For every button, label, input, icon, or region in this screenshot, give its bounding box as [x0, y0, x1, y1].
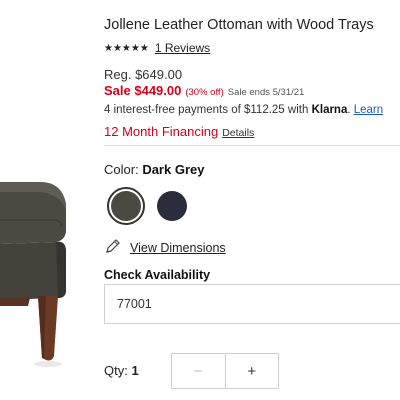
klarna-row: 4 interest-free payments of $112.25 with… [104, 104, 384, 116]
increase-quantity-button[interactable]: + [225, 354, 278, 388]
pencil-icon [104, 237, 122, 258]
view-dimensions-link[interactable]: View Dimensions [130, 241, 226, 255]
view-dimensions-row[interactable]: View Dimensions [104, 237, 226, 258]
learn-more-link[interactable]: Learn [354, 104, 383, 116]
swatch-dark-grey[interactable] [107, 187, 145, 225]
financing-row: 12 Month Financing Details [104, 124, 254, 139]
decrease-quantity-button[interactable]: − [172, 354, 226, 388]
color-label: Color: Dark Grey [104, 162, 204, 177]
selected-color-name: Dark Grey [142, 162, 205, 177]
sale-price-row: Sale $449.00 (30% off) Sale ends 5/31/21 [104, 83, 304, 98]
swatch-navy-fill [157, 191, 187, 221]
reviews-link[interactable]: 1 Reviews [155, 41, 210, 55]
klarna-logo: Klarna [311, 104, 348, 116]
product-image [0, 160, 80, 400]
product-title: Jollene Leather Ottoman with Wood Trays [104, 17, 374, 33]
qty-prefix: Qty: [104, 363, 128, 378]
sale-end-date: Sale ends 5/31/21 [227, 87, 305, 98]
check-availability-label: Check Availability [104, 268, 211, 282]
swatch-navy[interactable] [153, 187, 191, 225]
zip-code-input[interactable] [104, 284, 400, 324]
klarna-text: 4 interest-free payments of $112.25 with [104, 104, 309, 116]
rating-row: ★★★★★ 1 Reviews [104, 41, 210, 55]
financing-label: 12 Month Financing [104, 124, 219, 139]
color-prefix: Color: [104, 162, 139, 177]
regular-price: Reg. $649.00 [104, 67, 183, 82]
qty-value: 1 [131, 363, 139, 378]
swatch-dark-grey-fill [111, 191, 141, 221]
product-details: Jollene Leather Ottoman with Wood Trays … [104, 0, 400, 400]
star-rating-icon: ★★★★★ [104, 42, 149, 54]
discount-badge: (30% off) [185, 87, 224, 98]
financing-details-link[interactable]: Details [222, 127, 254, 139]
divider [104, 145, 400, 146]
quantity-stepper: − + [171, 353, 279, 389]
color-swatches [107, 187, 191, 225]
sale-price: Sale $449.00 [104, 83, 182, 98]
quantity-label: Qty: 1 [104, 363, 139, 378]
